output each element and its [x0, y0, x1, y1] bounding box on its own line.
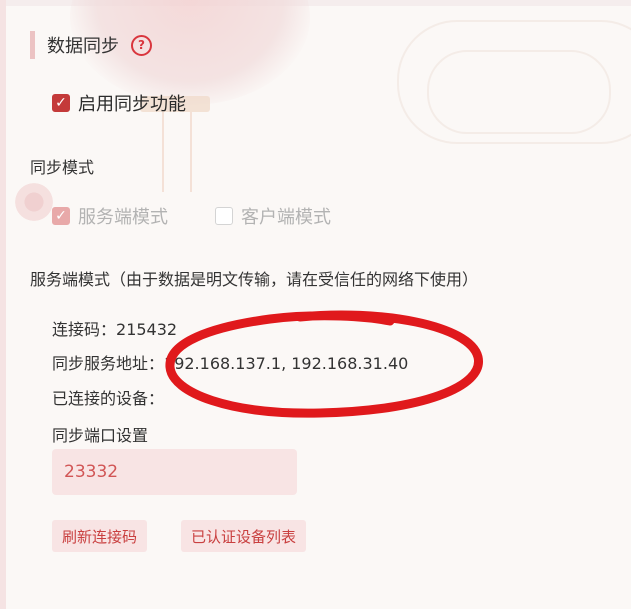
checkbox-empty-icon[interactable]	[215, 207, 233, 225]
enable-sync-checkbox[interactable]: ✓ 启用同步功能	[52, 90, 186, 116]
server-mode-checkbox[interactable]: ✓ 服务端模式	[52, 203, 168, 229]
port-setting-label: 同步端口设置	[52, 426, 149, 445]
section-title: 数据同步	[47, 36, 119, 57]
section-header: 数据同步 ?	[30, 30, 152, 60]
chinese-knot-decoration	[162, 112, 192, 192]
checkbox-checked-icon[interactable]: ✓	[52, 207, 70, 225]
server-mode-label: 服务端模式	[78, 207, 168, 228]
server-address-row: 同步服务地址：192.168.137.1, 192.168.31.40	[52, 350, 408, 374]
authorized-devices-button[interactable]: 已认证设备列表	[181, 520, 307, 552]
checkbox-checked-icon[interactable]: ✓	[52, 94, 70, 112]
connected-devices-label: 已连接的设备：	[52, 389, 165, 408]
enable-sync-label: 启用同步功能	[78, 94, 186, 115]
title-accent-bar	[30, 31, 35, 59]
server-address-value: 192.168.137.1, 192.168.31.40	[164, 354, 409, 373]
cloud-decoration-inner	[427, 50, 611, 134]
connect-code-row: 连接码：215432	[52, 316, 177, 340]
client-mode-checkbox[interactable]: 客户端模式	[215, 203, 331, 229]
server-mode-heading: 服务端模式（由于数据是明文传输，请在受信任的网络下使用）	[30, 270, 479, 289]
client-mode-label: 客户端模式	[241, 207, 331, 228]
refresh-connect-code-button[interactable]: 刷新连接码	[52, 520, 148, 552]
connect-code-label: 连接码：	[52, 320, 117, 339]
sync-mode-heading: 同步模式	[30, 158, 95, 177]
server-address-label: 同步服务地址：	[52, 354, 165, 373]
port-input[interactable]	[52, 449, 297, 495]
blossom-decoration	[12, 180, 56, 224]
connect-code-value: 215432	[116, 320, 178, 339]
left-rail	[0, 0, 6, 609]
question-circle-icon[interactable]: ?	[131, 34, 152, 56]
